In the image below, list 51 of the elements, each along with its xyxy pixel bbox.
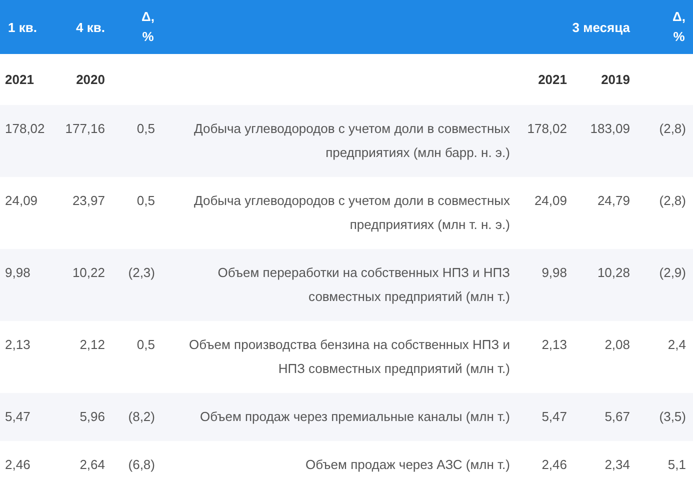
table-cell: 2,46 — [542, 457, 567, 472]
table-cell: (3,5) — [659, 409, 686, 424]
table-cell: 9,98 — [542, 265, 567, 280]
table-cell: 0,5 — [136, 193, 155, 208]
indicator-label: Объем переработки на собственных НПЗ и НПЗ совместных предприятий (млн т.) — [216, 264, 510, 306]
table-cell: (2,9) — [659, 265, 686, 280]
column-header: Δ, % — [141, 8, 155, 46]
table-cell: 5,1 — [668, 457, 686, 472]
table-cell: 0,5 — [136, 121, 155, 136]
table-cell: 2,13 — [542, 337, 567, 352]
table-cell: 24,79 — [597, 193, 630, 208]
table-cell: (2,8) — [659, 121, 686, 136]
table-cell: (8,2) — [128, 409, 155, 424]
year-header: 2019 — [600, 72, 630, 87]
table-cell: 9,98 — [5, 265, 30, 280]
table-cell: 5,47 — [542, 409, 567, 424]
table-cell: (6,8) — [128, 457, 155, 472]
indicator-label: Объем продаж через АЗС (млн т.) — [306, 456, 510, 474]
table-cell: 2,12 — [80, 337, 105, 352]
table-cell: 177,16 — [65, 121, 105, 136]
indicator-label: Объем производства бензина на собственных НПЗ и НПЗ совместных предприятий (млн т.) — [188, 336, 510, 378]
table-cell: 0,5 — [136, 337, 155, 352]
indicator-label: Добыча углеводородов с учетом доли в совместных предприятиях (млн т. н. э.) — [193, 192, 510, 234]
column-header: 1 кв. — [7, 20, 38, 34]
table-cell: (2,8) — [659, 193, 686, 208]
table-cell: 23,97 — [72, 193, 105, 208]
table-cell: 5,67 — [604, 409, 630, 424]
table-cell: 178,02 — [527, 121, 567, 136]
table-cell: 2,34 — [604, 457, 630, 472]
table-cell: 2,08 — [604, 337, 630, 352]
indicator-label: Объем продаж через премиальные каналы (млн т.) — [200, 408, 510, 426]
table-cell: 2,64 — [80, 457, 105, 472]
year-header: 2021 — [537, 72, 567, 87]
table-cell: 2,46 — [5, 457, 30, 472]
column-header: 3 месяца — [571, 20, 630, 34]
table-cell: 183,09 — [590, 121, 630, 136]
table-cell: 2,4 — [668, 337, 686, 352]
table-cell: 24,09 — [5, 193, 38, 208]
table-cell: 10,28 — [597, 265, 630, 280]
table-cell: 2,13 — [5, 337, 30, 352]
table-cell: (2,3) — [128, 265, 155, 280]
table-cell: 10,22 — [72, 265, 105, 280]
year-header: 2021 — [4, 72, 35, 87]
table-cell: 178,02 — [5, 121, 45, 136]
year-header: 2020 — [75, 72, 105, 87]
table-cell: 24,09 — [534, 193, 567, 208]
table-cell: 5,47 — [5, 409, 30, 424]
table-cell: 5,96 — [80, 409, 105, 424]
column-header: Δ, % — [672, 8, 686, 46]
indicator-label: Добыча углеводородов с учетом доли в совместных предприятиях (млн барр. н. э.) — [193, 120, 510, 162]
column-header: 4 кв. — [75, 20, 105, 34]
